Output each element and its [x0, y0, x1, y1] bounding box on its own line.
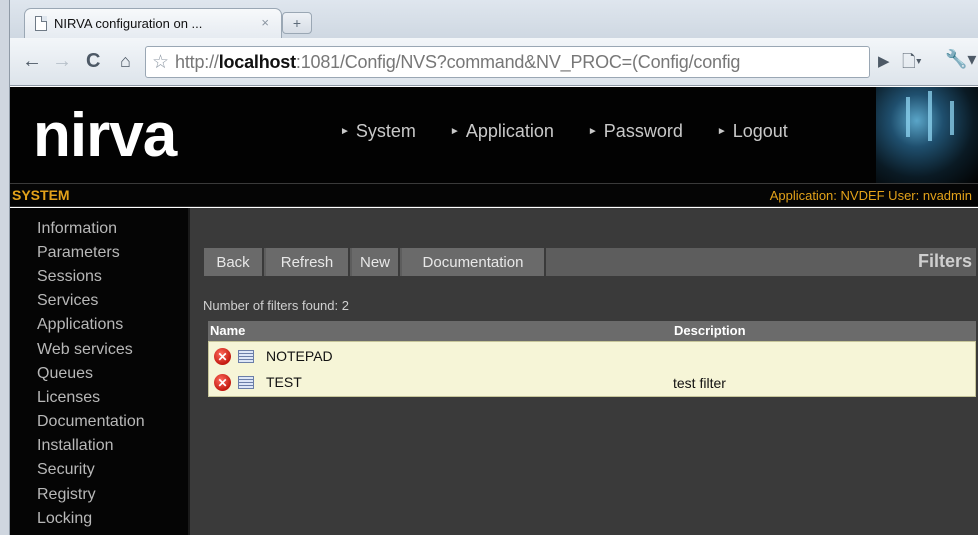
sidebar-item-registry[interactable]: Registry — [37, 486, 96, 504]
window-frame — [0, 0, 10, 535]
session-info: Application: NVDEF User: nvadmin — [769, 188, 972, 203]
tab-title: NIRVA configuration on ... — [54, 16, 203, 31]
section-title: SYSTEM — [12, 187, 70, 203]
details-icon[interactable] — [238, 350, 254, 363]
table-row[interactable]: ✕ TEST test filter — [209, 370, 975, 394]
nav-logout[interactable]: ► Logout — [717, 121, 788, 142]
sidebar-item-licenses[interactable]: Licenses — [37, 389, 100, 407]
table-header: Name Description — [208, 321, 976, 341]
table-row[interactable]: ✕ NOTEPAD — [209, 344, 975, 368]
nav-application[interactable]: ► Application — [450, 121, 554, 142]
go-icon[interactable]: ▶ — [878, 52, 890, 70]
filter-name[interactable]: TEST — [266, 374, 302, 390]
sidebar-item-locking[interactable]: Locking — [37, 510, 92, 528]
sidebar-item-web-services[interactable]: Web services — [37, 341, 133, 359]
address-bar[interactable]: ☆ http://localhost:1081/Config/NVS?comma… — [145, 46, 870, 78]
sidebar-item-information[interactable]: Information — [37, 220, 117, 238]
delete-icon[interactable]: ✕ — [214, 348, 231, 365]
app-header: nirva ► System ► Application ► Password ► Lo… — [10, 87, 978, 183]
tab-strip: NIRVA configuration on ... × + — [10, 0, 978, 38]
top-nav: ► System ► Application ► Password ► Logout — [340, 121, 788, 142]
url-text[interactable]: http://localhost:1081/Config/NVS?command… — [175, 52, 740, 73]
tab-close-icon[interactable]: × — [261, 15, 269, 30]
delete-icon[interactable]: ✕ — [214, 374, 231, 391]
wrench-icon[interactable]: 🔧▾ — [945, 49, 976, 70]
section-bar: SYSTEM Application: NVDEF User: nvadmin — [10, 183, 978, 207]
nav-arrow-icon: ► — [340, 126, 350, 137]
sidebar-item-applications[interactable]: Applications — [37, 316, 123, 334]
nav-arrow-icon: ► — [587, 126, 598, 137]
nav-arrow-icon: ► — [716, 126, 727, 137]
sidebar-item-documentation[interactable]: Documentation — [37, 413, 145, 431]
action-bar: Back Refresh New Documentation Filters — [204, 248, 976, 276]
back-button[interactable]: Back — [204, 248, 264, 276]
browser-toolbar: ← → C ⌂ ☆ http://localhost:1081/Config/N… — [10, 38, 978, 86]
browser-tab[interactable]: NIRVA configuration on ... × — [24, 8, 282, 38]
page-title: Filters — [917, 251, 972, 271]
home-icon[interactable]: ⌂ — [120, 50, 131, 72]
sidebar-item-queues[interactable]: Queues — [37, 365, 93, 383]
documentation-button[interactable]: Documentation — [402, 248, 546, 276]
sidebar-item-parameters[interactable]: Parameters — [37, 244, 120, 262]
details-icon[interactable] — [238, 376, 254, 389]
main-panel: Back Refresh New Documentation Filters N… — [188, 208, 978, 535]
back-icon[interactable]: ← — [22, 50, 42, 72]
reload-icon[interactable]: C — [86, 50, 100, 72]
nav-arrow-icon: ► — [449, 126, 460, 137]
new-tab-button[interactable]: + — [282, 12, 312, 34]
sidebar-item-security[interactable]: Security — [37, 461, 95, 479]
sidebar-item-installation[interactable]: Installation — [37, 437, 114, 455]
page-icon — [35, 16, 47, 31]
filters-table: ✕ NOTEPAD ✕ TEST test filter — [208, 341, 976, 397]
sidebar: Information Parameters Sessions Services… — [10, 208, 188, 535]
column-header-description: Description — [674, 323, 746, 338]
filter-description: test filter — [673, 375, 726, 391]
logo: nirva — [33, 101, 177, 170]
filter-count: Number of filters found: 2 — [203, 298, 349, 313]
star-icon[interactable]: ☆ — [152, 51, 169, 74]
column-header-name: Name — [210, 323, 246, 338]
page-menu-icon[interactable]: 🗋▾ — [902, 49, 922, 78]
forward-icon[interactable]: → — [52, 50, 72, 72]
sidebar-item-sessions[interactable]: Sessions — [37, 268, 102, 286]
filter-name[interactable]: NOTEPAD — [266, 348, 333, 364]
nav-password[interactable]: ► Password — [588, 121, 683, 142]
header-photo — [876, 87, 978, 183]
nav-system[interactable]: ► System — [340, 121, 416, 142]
sidebar-item-services[interactable]: Services — [37, 292, 98, 310]
new-button[interactable]: New — [352, 248, 400, 276]
refresh-button[interactable]: Refresh — [266, 248, 350, 276]
